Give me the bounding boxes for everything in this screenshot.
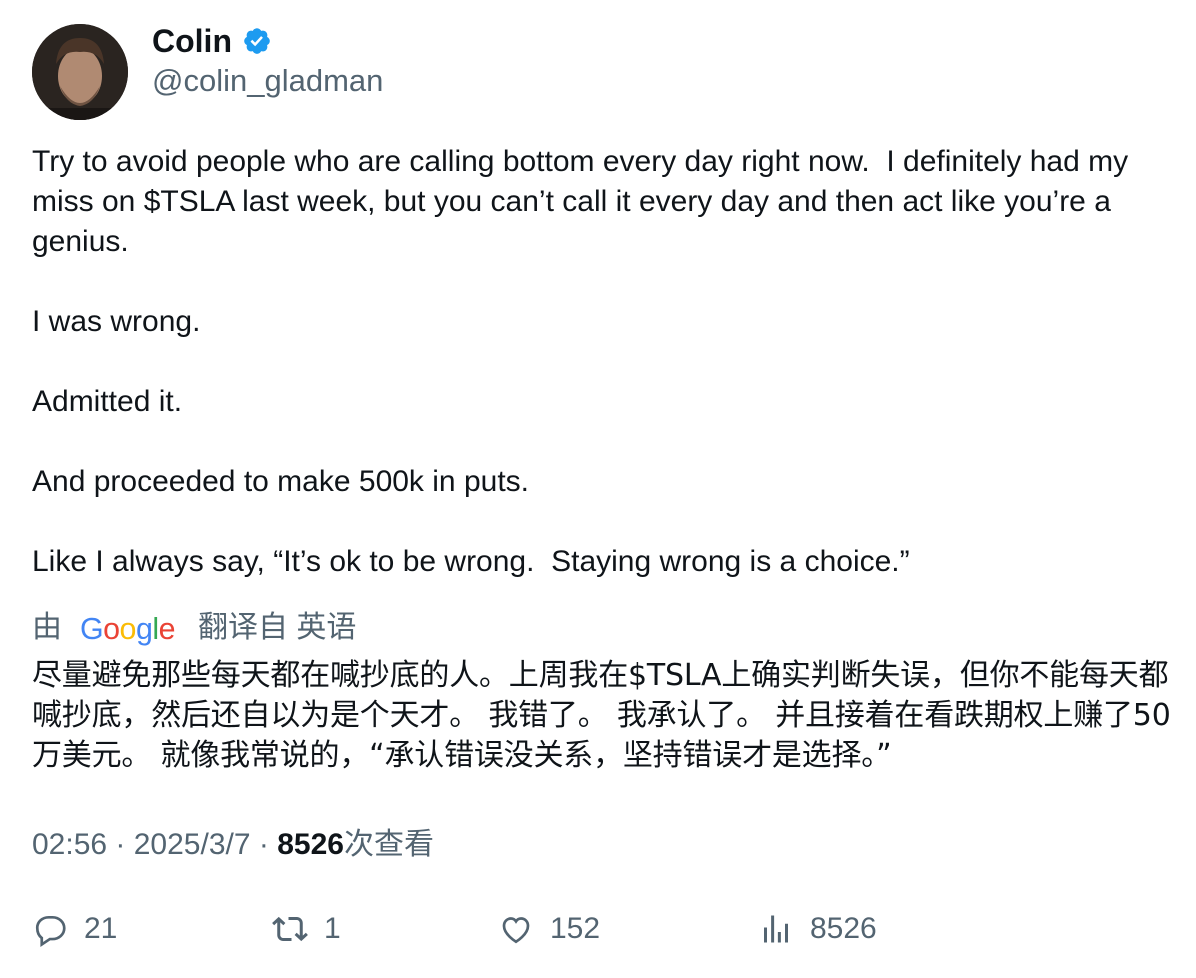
- tweet-date[interactable]: 2025/3/7: [134, 828, 251, 861]
- avatar[interactable]: [32, 24, 128, 120]
- analytics-icon: [764, 915, 788, 943]
- tweet-meta: 02:56 · 2025/3/7 · 8526次查看: [32, 828, 434, 861]
- repost-count: 1: [324, 912, 341, 945]
- reply-icon: [35, 915, 66, 947]
- translation-attribution: 由 Google 翻译自 英语: [32, 608, 356, 648]
- like-button[interactable]: 152: [498, 911, 600, 947]
- views-count: 8526: [277, 828, 344, 861]
- google-logo: Google: [80, 612, 176, 646]
- views-label: 次查看: [343, 828, 434, 861]
- tweet-time[interactable]: 02:56: [32, 828, 107, 861]
- repost-icon: [272, 916, 308, 942]
- repost-button[interactable]: 1: [272, 911, 341, 947]
- svg-text:Google: Google: [80, 612, 175, 646]
- translated-text: 尽量避免那些每天都在喊抄底的人。上周我在$TSLA上确实判断失误，但你不能每天都…: [32, 658, 1171, 773]
- tweet-text: Try to avoid people who are calling bott…: [32, 145, 1129, 578]
- verified-badge-icon: [244, 28, 270, 54]
- author-name[interactable]: Colin: [152, 22, 232, 60]
- author-name-row[interactable]: Colin: [152, 22, 272, 60]
- heart-icon: [502, 917, 530, 944]
- views-button[interactable]: 8526: [758, 911, 877, 947]
- translation-by-label: 由: [32, 611, 62, 644]
- author-handle[interactable]: @colin_gladman: [152, 62, 383, 100]
- like-count: 152: [550, 912, 601, 945]
- translation-from-label: 翻译自 英语: [198, 611, 357, 644]
- action-bar: 21 1 152 8526: [32, 911, 1172, 953]
- views-action-count: 8526: [810, 912, 877, 945]
- reply-button[interactable]: 21: [32, 911, 117, 947]
- reply-count: 21: [84, 912, 118, 945]
